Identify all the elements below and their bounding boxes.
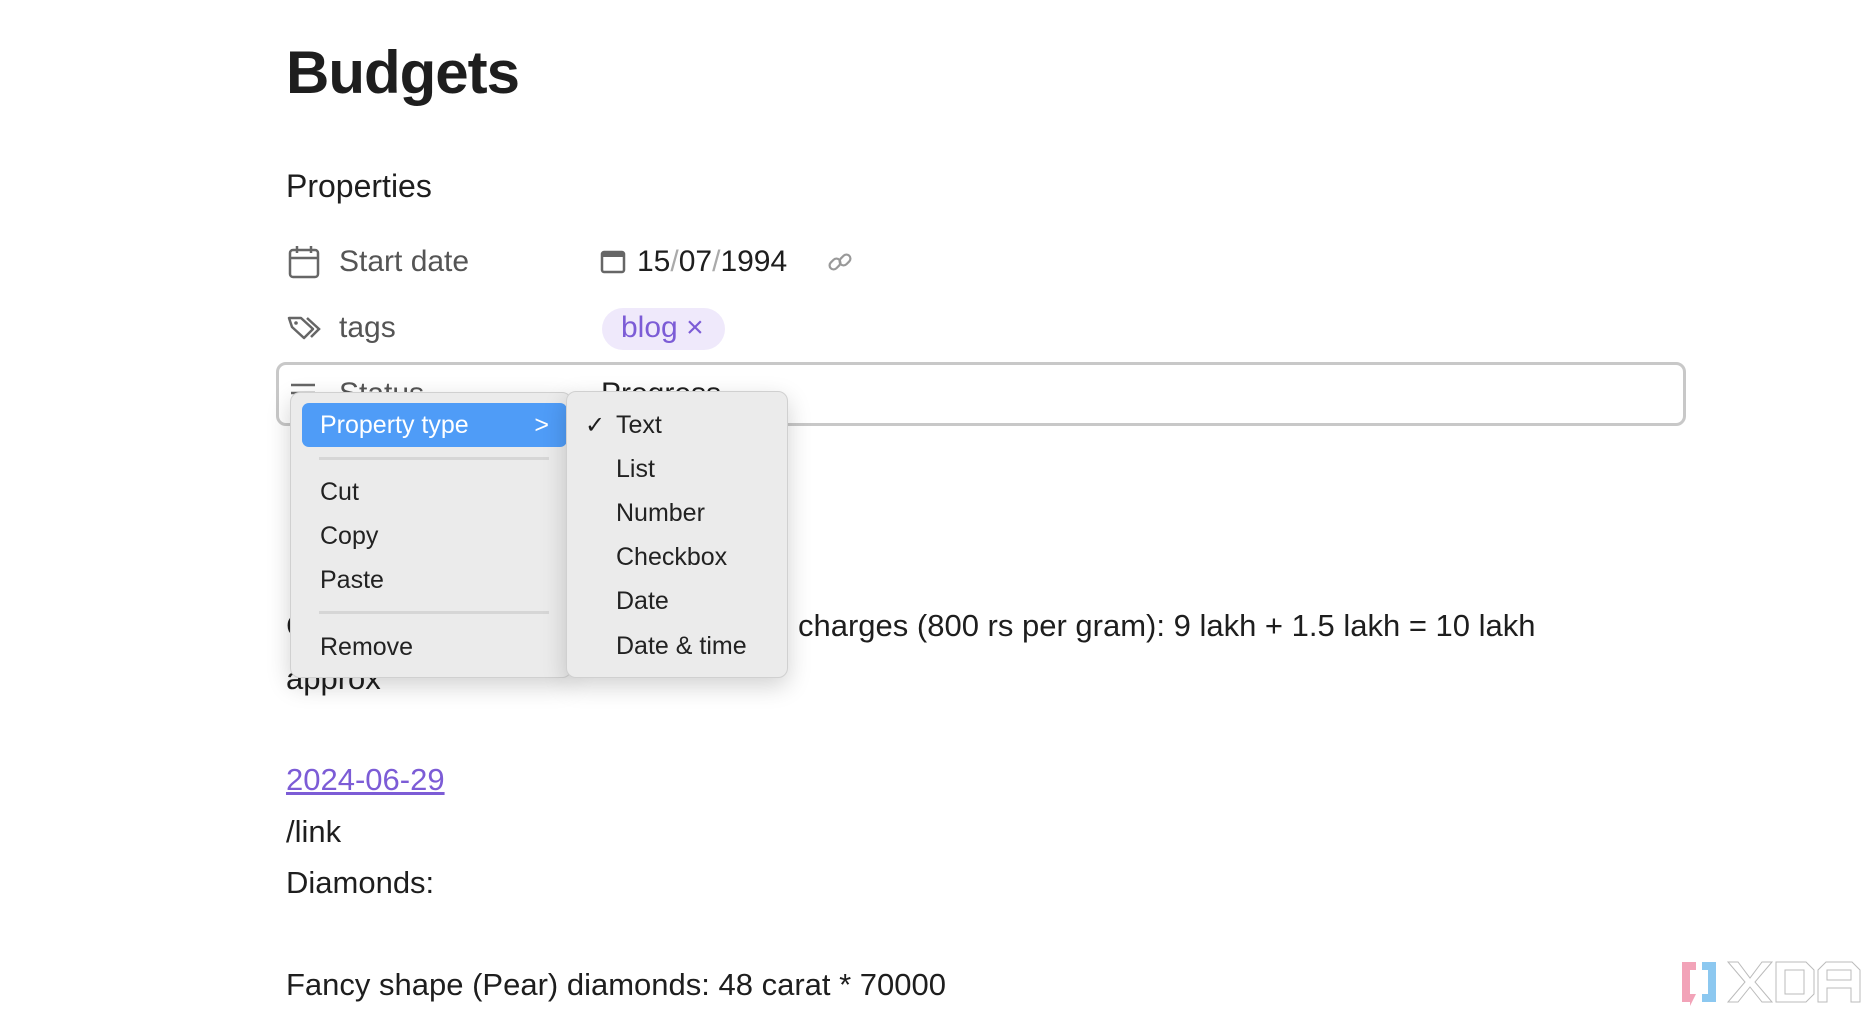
body-line-fancy: Fancy shape (Pear) diamonds: 48 carat * …	[286, 967, 946, 1002]
date-picker-icon[interactable]	[600, 248, 626, 279]
menu-item-copy[interactable]: Copy	[320, 522, 378, 551]
date-day[interactable]: 15	[637, 245, 670, 278]
chevron-right-icon: >	[534, 411, 549, 439]
body-line-diamonds: Diamonds:	[286, 865, 435, 900]
property-type-submenu: ✓ Text List Number Checkbox Date Date & …	[566, 391, 788, 678]
remove-tag-icon[interactable]: ×	[686, 311, 704, 344]
menu-separator	[319, 611, 549, 614]
submenu-item-list[interactable]: List	[616, 455, 655, 484]
menu-item-cut[interactable]: Cut	[320, 478, 359, 507]
submenu-item-number[interactable]: Number	[616, 499, 705, 528]
submenu-item-date-time[interactable]: Date & time	[616, 632, 747, 661]
submenu-item-text[interactable]: Text	[616, 411, 662, 440]
menu-item-remove[interactable]: Remove	[320, 633, 413, 662]
menu-item-property-type[interactable]: Property type >	[302, 403, 567, 447]
tag-chip-label: blog	[621, 311, 678, 344]
submenu-item-checkbox[interactable]: Checkbox	[616, 543, 727, 572]
menu-separator	[319, 457, 549, 460]
menu-item-label: Property type	[320, 411, 469, 439]
properties-heading[interactable]: Properties	[286, 168, 432, 205]
date-link[interactable]: 2024-06-29	[286, 762, 445, 798]
calendar-icon	[288, 245, 320, 284]
checkmark-icon: ✓	[585, 412, 606, 439]
start-date-value[interactable]: 15/07/1994	[637, 245, 787, 279]
date-month[interactable]: 07	[679, 245, 712, 278]
context-menu: Property type > Cut Copy Paste Remove	[290, 392, 572, 678]
tag-chip-blog[interactable]: blog ×	[602, 308, 725, 350]
link-icon[interactable]	[826, 248, 854, 281]
date-sep: /	[670, 245, 679, 278]
body-line-link: /link	[286, 814, 342, 849]
start-date-label[interactable]: Start date	[339, 245, 469, 279]
body-line-charges: charges (800 rs per gram): 9 lakh + 1.5 …	[798, 608, 1536, 643]
menu-item-paste[interactable]: Paste	[320, 566, 384, 595]
xda-logo	[1676, 958, 1862, 1023]
page-title[interactable]: Budgets	[286, 38, 520, 107]
date-year[interactable]: 1994	[720, 245, 787, 278]
submenu-item-date[interactable]: Date	[616, 587, 669, 616]
tags-label[interactable]: tags	[339, 311, 396, 345]
tags-icon	[286, 314, 322, 347]
